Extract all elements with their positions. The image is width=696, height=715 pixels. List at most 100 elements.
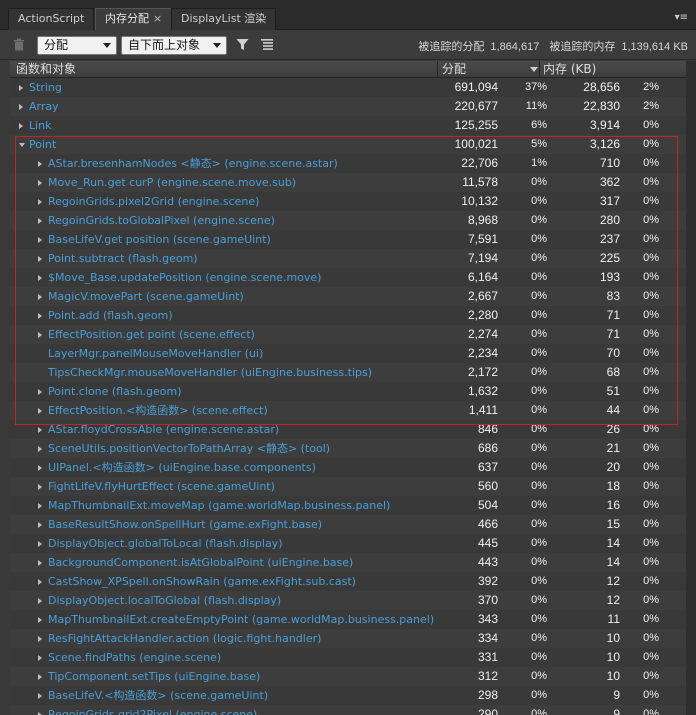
expand-right-icon[interactable]	[38, 560, 42, 566]
expand-right-icon[interactable]	[38, 636, 42, 642]
table-row[interactable]: LayerMgr.panelMouseMoveHandler (ui) 2,234…	[10, 344, 686, 363]
table-row[interactable]: DisplayObject.localToGlobal (flash.displ…	[10, 591, 686, 610]
column-header-alloc[interactable]: 分配	[442, 61, 466, 78]
expand-right-icon[interactable]	[38, 674, 42, 680]
order-select[interactable]: 自下而上对象	[121, 36, 227, 55]
column-divider[interactable]	[539, 61, 540, 78]
table-row[interactable]: BackgroundComponent.isAtGlobalPoint (uiE…	[10, 553, 686, 572]
expand-right-icon[interactable]	[38, 541, 42, 547]
table-row[interactable]: RegoinGrids.pixel2Grid (engine.scene) 10,…	[10, 192, 686, 211]
table-row[interactable]: AStar.bresenhamNodes <静态> (engine.scene.…	[10, 154, 686, 173]
row-name: BackgroundComponent.isAtGlobalPoint (uiE…	[48, 556, 354, 569]
table-row[interactable]: RegoinGrids.toGlobalPixel (engine.scene)…	[10, 211, 686, 230]
row-memory-percent: 0%	[643, 575, 659, 587]
table-row[interactable]: BaseLifeV.get position (scene.gameUint) 7…	[10, 230, 686, 249]
row-memory: 10	[606, 669, 620, 683]
table-row[interactable]: Link 125,255 6% 3,914 0%	[10, 116, 686, 135]
close-icon[interactable]: ×	[153, 12, 162, 25]
table-row[interactable]: TipsCheckMgr.mouseMoveHandler (uiEngine.…	[10, 363, 686, 382]
expand-down-icon[interactable]	[19, 143, 25, 147]
table-row[interactable]: $Move_Base.updatePosition (engine.scene.…	[10, 268, 686, 287]
table-row[interactable]: Move_Run.get curP (engine.scene.move.sub…	[10, 173, 686, 192]
expand-right-icon[interactable]	[38, 237, 42, 243]
table-row[interactable]: CastShow_XPSpell.onShowRain (game.exFigh…	[10, 572, 686, 591]
expand-right-icon[interactable]	[38, 180, 42, 186]
table-row[interactable]: MapThumbnailExt.moveMap (game.worldMap.b…	[10, 496, 686, 515]
table-row[interactable]: EffectPosition.get point (scene.effect) 2…	[10, 325, 686, 344]
column-divider[interactable]	[437, 61, 438, 78]
table-row[interactable]: Array 220,677 11% 22,830 2%	[10, 97, 686, 116]
table-row[interactable]: DisplayObject.globalToLocal (flash.displ…	[10, 534, 686, 553]
table-row[interactable]: Point.clone (flash.geom) 1,632 0% 51 0%	[10, 382, 686, 401]
expand-right-icon[interactable]	[38, 332, 42, 338]
expand-right-icon[interactable]	[38, 256, 42, 262]
column-header-name[interactable]: 函数和对象	[16, 61, 76, 78]
filter-icon[interactable]	[236, 38, 250, 52]
expand-right-icon[interactable]	[38, 408, 42, 414]
expand-right-icon[interactable]	[38, 465, 42, 471]
table-row[interactable]: ResFightAttackHandler.action (logic.figh…	[10, 629, 686, 648]
expand-right-icon[interactable]	[38, 275, 42, 281]
row-alloc: 8,968	[467, 213, 498, 227]
tab-actionscript[interactable]: ActionScript	[8, 8, 95, 30]
row-memory: 710	[599, 156, 620, 170]
column-header-memory[interactable]: 内存 (KB)	[543, 61, 596, 78]
vertical-scrollbar[interactable]	[686, 61, 696, 715]
row-memory-percent: 0%	[643, 176, 659, 188]
list-options-icon[interactable]	[261, 39, 275, 51]
table-row[interactable]: EffectPosition.<构造函数> (scene.effect) 1,41…	[10, 401, 686, 420]
table-row[interactable]: TipComponent.setTips (uiEngine.base) 312 0…	[10, 667, 686, 686]
expand-right-icon[interactable]	[38, 446, 42, 452]
expand-right-icon[interactable]	[38, 579, 42, 585]
row-memory: 9	[613, 688, 620, 702]
table-row[interactable]: String 691,094 37% 28,656 2%	[10, 78, 686, 97]
expand-right-icon[interactable]	[38, 427, 42, 433]
row-alloc: 445	[477, 536, 498, 550]
row-alloc: 100,021	[454, 137, 498, 151]
table-row[interactable]: FightLifeV.flyHurtEffect (scene.gameUint…	[10, 477, 686, 496]
table-row[interactable]: BaseResultShow.onSpellHurt (game.exFight…	[10, 515, 686, 534]
expand-right-icon[interactable]	[19, 104, 23, 110]
expand-right-icon[interactable]	[38, 693, 42, 699]
row-alloc-percent: 0%	[531, 366, 547, 378]
tab-displaylist-render[interactable]: DisplayList 渲染	[171, 8, 277, 30]
row-alloc: 298	[477, 688, 498, 702]
row-name: MagicV.movePart (scene.gameUint)	[48, 290, 244, 303]
expand-right-icon[interactable]	[38, 199, 42, 205]
row-alloc-percent: 0%	[531, 385, 547, 397]
expand-right-icon[interactable]	[38, 389, 42, 395]
expand-right-icon[interactable]	[38, 522, 42, 528]
expand-right-icon[interactable]	[19, 123, 23, 129]
expand-right-icon[interactable]	[38, 617, 42, 623]
table-row[interactable]: AStar.floydCrossAble (engine.scene.astar…	[10, 420, 686, 439]
expand-right-icon[interactable]	[38, 484, 42, 490]
trash-icon[interactable]	[13, 38, 27, 52]
expand-right-icon[interactable]	[38, 655, 42, 661]
expand-right-icon[interactable]	[38, 313, 42, 319]
row-alloc-percent: 0%	[531, 632, 547, 644]
table-row[interactable]: BaseLifeV.<构造函数> (scene.gameUint) 298 0% 9 0…	[10, 686, 686, 705]
tab-memory-allocation[interactable]: 内存分配 ×	[95, 8, 173, 30]
table-row[interactable]: MagicV.movePart (scene.gameUint) 2,667 0% 8…	[10, 287, 686, 306]
row-memory-percent: 0%	[643, 708, 659, 715]
row-alloc-percent: 0%	[531, 233, 547, 245]
expand-right-icon[interactable]	[38, 218, 42, 224]
row-alloc-percent: 0%	[531, 442, 547, 454]
expand-right-icon[interactable]	[19, 85, 23, 91]
row-memory-percent: 0%	[643, 632, 659, 644]
table-row[interactable]: Point.subtract (flash.geom) 7,194 0% 225 0%	[10, 249, 686, 268]
row-alloc: 560	[477, 479, 498, 493]
table-row[interactable]: UIPanel.<构造函数> (uiEngine.base.components…	[10, 458, 686, 477]
expand-right-icon[interactable]	[38, 503, 42, 509]
table-row[interactable]: MapThumbnailExt.createEmptyPoint (game.w…	[10, 610, 686, 629]
table-row[interactable]: Point.add (flash.geom) 2,280 0% 71 0%	[10, 306, 686, 325]
panel-menu-icon[interactable]: ▾≡	[675, 12, 688, 23]
table-row[interactable]: RegoinGrids.grid2Pixel (engine.scene) 290…	[10, 705, 686, 715]
expand-right-icon[interactable]	[38, 294, 42, 300]
table-row[interactable]: Scene.findPaths (engine.scene) 331 0% 10 0%	[10, 648, 686, 667]
table-row[interactable]: Point 100,021 5% 3,126 0%	[10, 135, 686, 154]
expand-right-icon[interactable]	[38, 161, 42, 167]
view-select[interactable]: 分配	[37, 36, 117, 55]
expand-right-icon[interactable]	[38, 598, 42, 604]
table-row[interactable]: SceneUtils.positionVectorToPathArray <静态…	[10, 439, 686, 458]
